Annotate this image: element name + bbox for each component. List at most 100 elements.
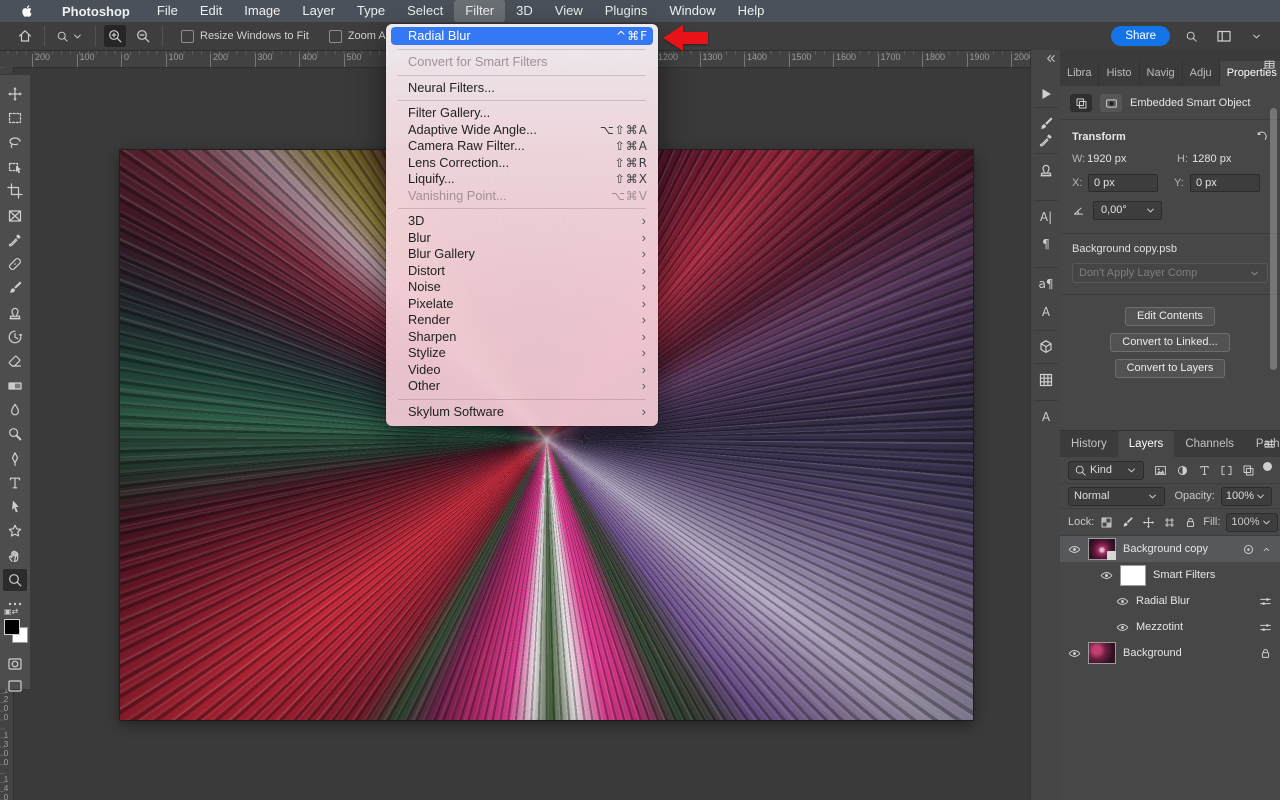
3d-panel-icon[interactable]	[1034, 335, 1058, 359]
chevron-down-icon[interactable]	[1144, 204, 1157, 217]
menu-item-neural-filters[interactable]: Neural Filters...	[386, 80, 658, 97]
menubar-item-window[interactable]: Window	[658, 0, 726, 22]
search-icon[interactable]	[1182, 27, 1201, 46]
chevron-down-icon[interactable]	[1247, 27, 1266, 46]
brush-tool[interactable]	[3, 277, 27, 299]
tab-history[interactable]: History	[1060, 431, 1118, 457]
properties-scrollbar[interactable]	[1270, 108, 1277, 370]
quick-mask-button[interactable]	[3, 653, 27, 675]
layer-thumbnail[interactable]	[1088, 642, 1116, 664]
menu-item-blur-gallery[interactable]: Blur Gallery›	[386, 246, 658, 263]
share-button[interactable]: Share	[1111, 26, 1170, 46]
menu-item-blur[interactable]: Blur›	[386, 230, 658, 247]
angle-input[interactable]: 0,00°	[1093, 201, 1162, 220]
paragraph-panel-icon[interactable]: ¶	[1034, 232, 1058, 256]
apple-logo-icon[interactable]	[20, 4, 34, 18]
menubar-item-file[interactable]: File	[146, 0, 189, 22]
filter-smart-objects-icon[interactable]	[1242, 464, 1255, 477]
hand-tool[interactable]	[3, 545, 27, 567]
smart-filter-indicator-icon[interactable]	[1242, 543, 1255, 556]
spot-healing-brush-tool[interactable]	[3, 253, 27, 275]
visibility-eye-icon[interactable]	[1068, 543, 1081, 556]
layer-name[interactable]: Background copy	[1123, 543, 1208, 555]
resize-windows-checkbox[interactable]: Resize Windows to Fit	[181, 30, 309, 43]
menubar-item-type[interactable]: Type	[346, 0, 396, 22]
layer-name[interactable]: Mezzotint	[1136, 621, 1183, 633]
menu-item-3d[interactable]: 3D›	[386, 213, 658, 230]
layer-row-mezzotint[interactable]: Mezzotint	[1060, 614, 1280, 640]
checkbox-icon[interactable]	[329, 30, 342, 43]
clone-source-panel-icon[interactable]	[1034, 158, 1058, 182]
menubar-item-view[interactable]: View	[544, 0, 594, 22]
menubar-item-help[interactable]: Help	[727, 0, 776, 22]
menu-item-pixelate[interactable]: Pixelate›	[386, 296, 658, 313]
tab-layers[interactable]: Layers	[1118, 431, 1175, 457]
height-value[interactable]: 1280 px	[1192, 153, 1268, 165]
menu-item-adaptive-wide-angle[interactable]: Adaptive Wide Angle...⌥⇧⌘A	[386, 122, 658, 139]
actions-panel-icon[interactable]	[1034, 82, 1058, 106]
lock-transparent-pixels-icon[interactable]	[1100, 516, 1113, 529]
lock-position-icon[interactable]	[1142, 516, 1155, 529]
default-colors-icon[interactable]: ▣⇄	[4, 607, 18, 616]
path-selection-tool[interactable]	[3, 496, 27, 518]
tab-channels[interactable]: Channels	[1174, 431, 1245, 457]
pen-tool[interactable]	[3, 448, 27, 470]
menu-item-lens-correction[interactable]: Lens Correction...⇧⌘R	[386, 155, 658, 172]
layers-panel-menu-icon[interactable]	[1263, 438, 1276, 451]
rectangular-marquee-tool[interactable]	[3, 107, 27, 129]
lasso-tool[interactable]	[3, 132, 27, 154]
convert-to-layers-button[interactable]: Convert to Layers	[1115, 359, 1226, 378]
clone-stamp-tool[interactable]	[3, 302, 27, 324]
lock-artboard-icon[interactable]	[1163, 516, 1176, 529]
visibility-eye-icon[interactable]	[1100, 569, 1113, 582]
foreground-color-swatch[interactable]	[4, 619, 20, 635]
patterns-panel-icon[interactable]	[1034, 368, 1058, 392]
layer-row-background-copy[interactable]: Background copy	[1060, 536, 1280, 562]
move-tool[interactable]	[3, 83, 27, 105]
menu-item-skylum-software[interactable]: Skylum Software›	[386, 404, 658, 421]
layer-filter-kind-select[interactable]: Kind	[1068, 461, 1144, 480]
filter-pixel-layers-icon[interactable]	[1154, 464, 1167, 477]
blur-tool[interactable]	[3, 399, 27, 421]
menubar-item-filter[interactable]: Filter	[454, 0, 505, 22]
menu-item-distort[interactable]: Distort›	[386, 263, 658, 280]
menu-item-filter-gallery[interactable]: Filter Gallery...	[386, 105, 658, 122]
menu-item-sharpen[interactable]: Sharpen›	[386, 329, 658, 346]
object-selection-tool[interactable]	[3, 156, 27, 178]
zoom-out-button[interactable]	[132, 25, 154, 47]
menu-item-noise[interactable]: Noise›	[386, 279, 658, 296]
lock-all-icon[interactable]	[1184, 516, 1197, 529]
menu-item-other[interactable]: Other›	[386, 378, 658, 395]
zoom-tool[interactable]	[3, 569, 27, 591]
gradient-tool[interactable]	[3, 375, 27, 397]
dodge-tool[interactable]	[3, 423, 27, 445]
filter-adjustment-layers-icon[interactable]	[1176, 464, 1189, 477]
filter-blend-options-icon[interactable]	[1259, 621, 1272, 634]
layer-filter-toggle[interactable]	[1263, 462, 1272, 471]
tab-histo[interactable]: Histo	[1099, 61, 1139, 86]
checkbox-icon[interactable]	[181, 30, 194, 43]
visibility-eye-icon[interactable]	[1116, 621, 1129, 634]
tab-navig[interactable]: Navig	[1140, 61, 1183, 86]
opacity-input[interactable]: 100%	[1221, 487, 1272, 506]
filter-type-layers-icon[interactable]	[1198, 464, 1211, 477]
filter-blend-options-icon[interactable]	[1259, 595, 1272, 608]
zoom-in-button[interactable]	[104, 25, 126, 47]
home-icon[interactable]	[14, 25, 36, 47]
menubar-item-edit[interactable]: Edit	[189, 0, 233, 22]
lock-image-pixels-icon[interactable]	[1121, 516, 1134, 529]
layer-name[interactable]: Background	[1123, 647, 1182, 659]
character-styles-panel-icon[interactable]: A	[1034, 300, 1058, 324]
layer-thumbnail[interactable]	[1088, 538, 1116, 560]
convert-to-linked-button[interactable]: Convert to Linked...	[1110, 333, 1229, 352]
custom-shape-tool[interactable]	[3, 520, 27, 542]
menubar-item-plugins[interactable]: Plugins	[594, 0, 659, 22]
tab-libra[interactable]: Libra	[1060, 61, 1099, 86]
layer-row-radial-blur[interactable]: Radial Blur	[1060, 588, 1280, 614]
x-input[interactable]: 0 px	[1088, 174, 1158, 192]
layer-name[interactable]: Smart Filters	[1153, 569, 1215, 581]
menu-item-video[interactable]: Video›	[386, 362, 658, 379]
chevron-down-icon[interactable]	[68, 27, 87, 46]
workspace-icon[interactable]	[1213, 25, 1235, 47]
crop-tool[interactable]	[3, 180, 27, 202]
